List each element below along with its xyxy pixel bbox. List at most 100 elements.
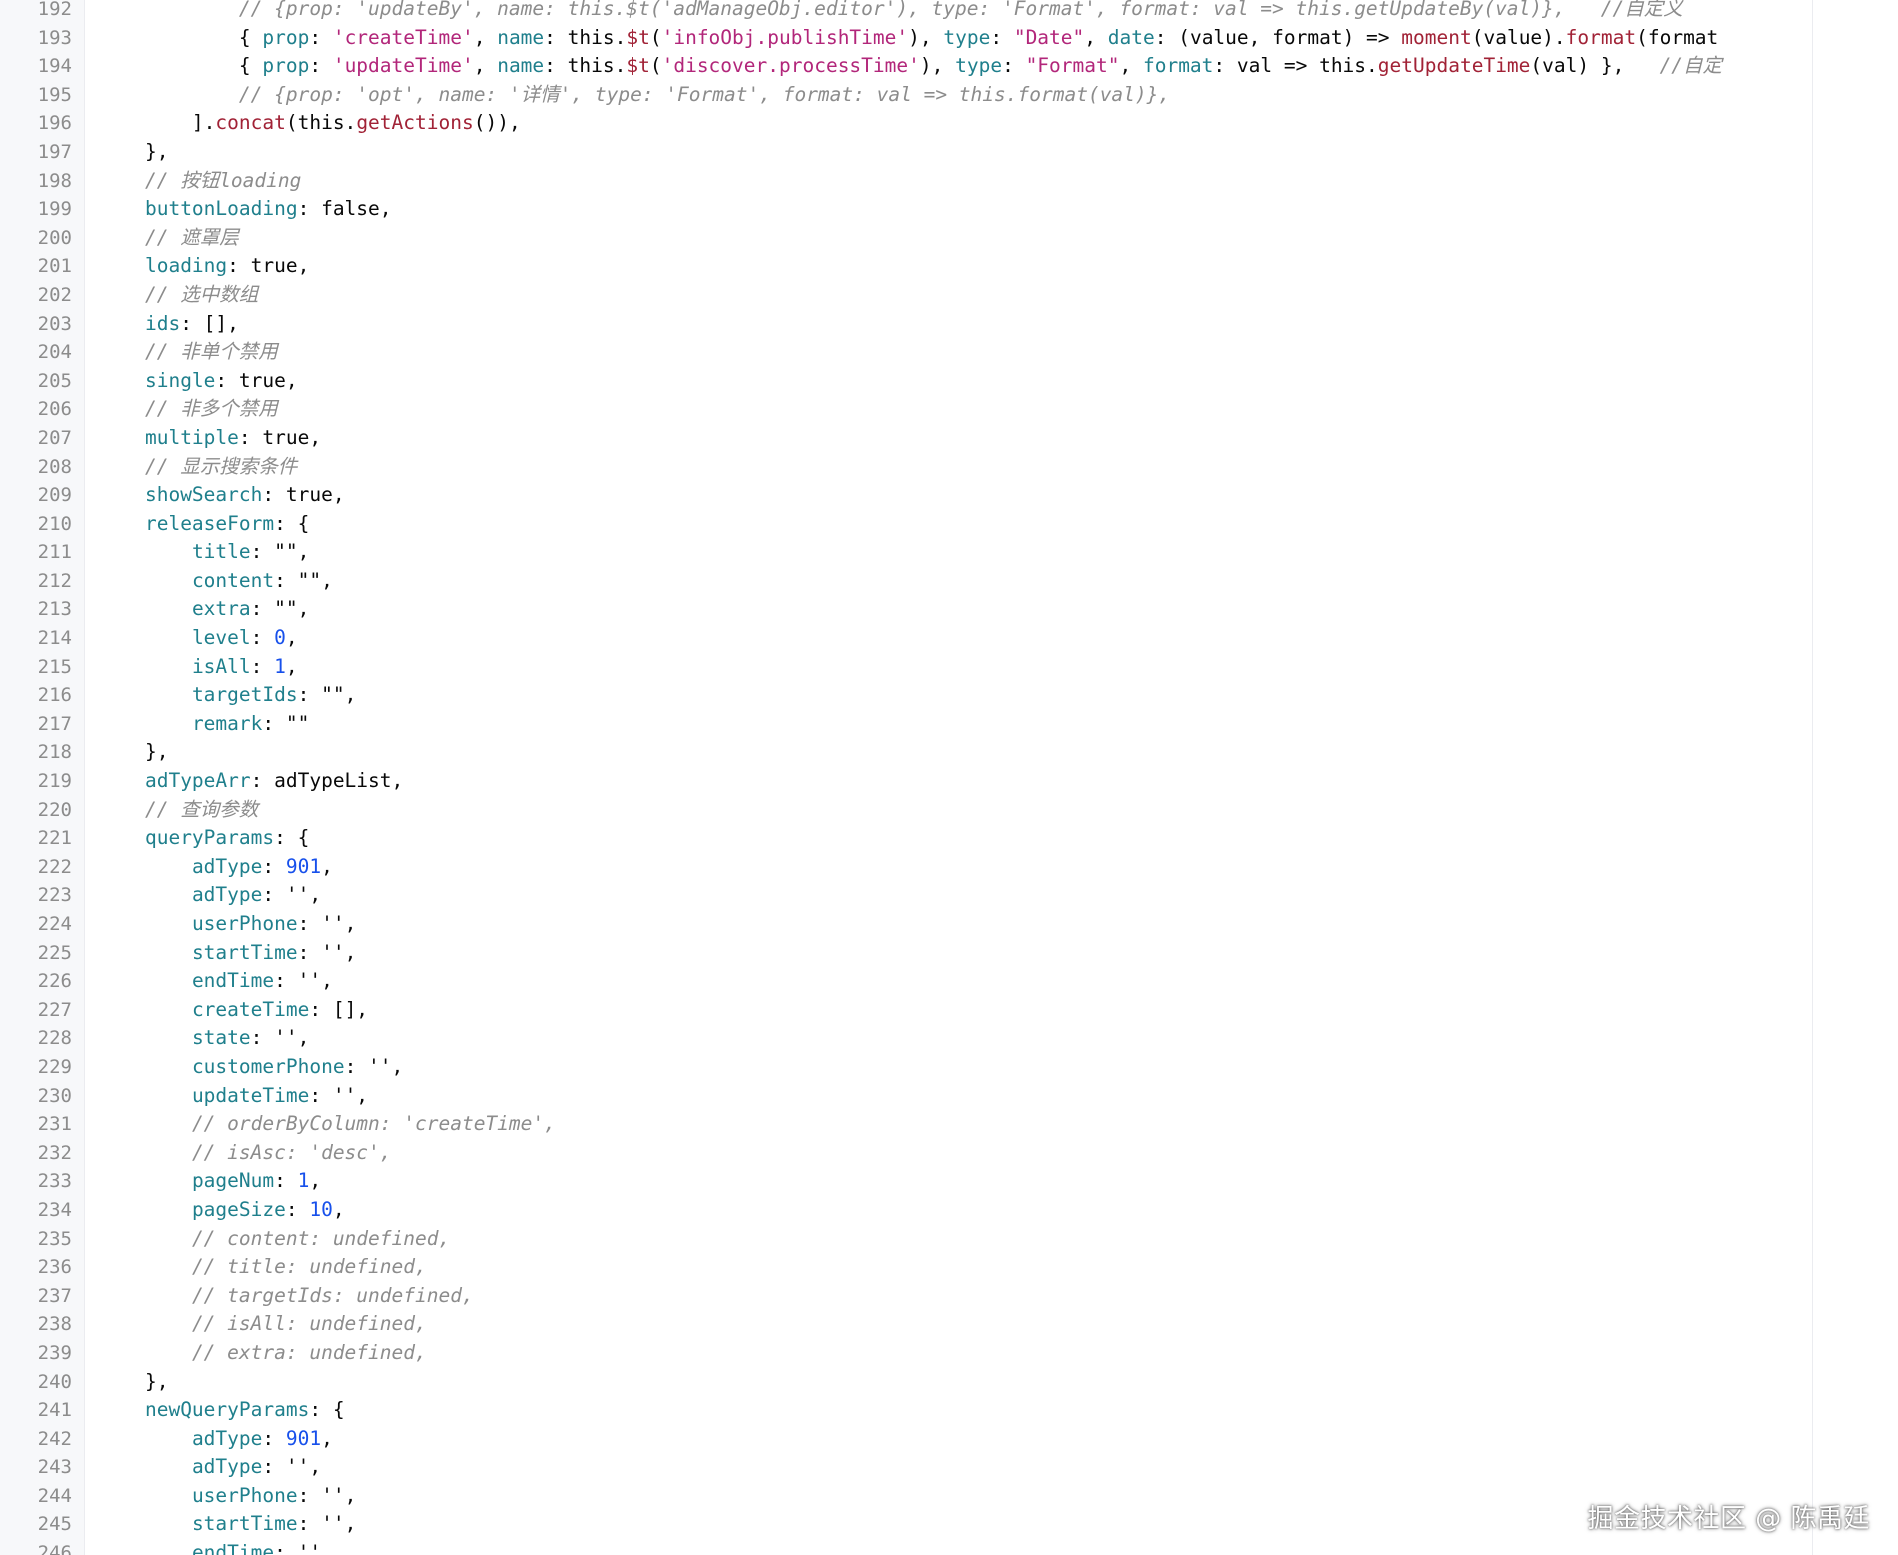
code-line[interactable]: 240 }, [0,1368,1812,1397]
code-line[interactable]: 207 multiple: true, [0,424,1812,453]
code-line[interactable]: 244 userPhone: '', [0,1482,1812,1511]
code-line[interactable]: 236 // title: undefined, [0,1253,1812,1282]
line-number: 224 [37,913,72,935]
code-line[interactable]: 203 ids: [], [0,310,1812,339]
code-line[interactable]: 221 queryParams: { [0,824,1812,853]
code-text: adType: 901, [98,1425,1810,1454]
code-line[interactable]: 226 endTime: '', [0,967,1812,996]
line-number: 214 [37,627,72,650]
line-number: 212 [37,569,72,592]
code-line[interactable]: 241 newQueryParams: { [0,1396,1812,1425]
code-text: single: true, [98,367,1810,396]
code-line[interactable]: 195 // {prop: 'opt', name: '详情', type: '… [0,81,1812,110]
code-token: (format [1636,25,1719,49]
code-line[interactable]: 220 // 查询参数 [0,796,1812,825]
code-line[interactable]: 214 level: 0, [0,624,1812,653]
code-line[interactable]: 211 title: "", [0,538,1812,567]
code-line[interactable]: 202 // 选中数组 [0,281,1812,310]
code-line[interactable]: 192 // {prop: 'updateBy', name: this.$t(… [0,0,1812,24]
code-line[interactable]: 218 }, [0,738,1812,767]
code-line[interactable]: 223 adType: '', [0,881,1812,910]
code-line[interactable]: 209 showSearch: true, [0,481,1812,510]
line-number: 216 [37,684,72,707]
code-editor[interactable]: 192 // {prop: 'updateBy', name: this.$t(… [0,0,1898,1555]
line-number: 234 [37,1198,72,1221]
code-token: // extra: undefined, [191,1340,427,1364]
code-lines: 192 // {prop: 'updateBy', name: this.$t(… [0,0,1812,1555]
code-token: content [191,568,275,592]
code-line[interactable]: 231 // orderByColumn: 'createTime', [0,1110,1812,1139]
line-number: 238 [37,1313,72,1336]
code-line[interactable]: 215 isAll: 1, [0,653,1812,682]
code-line[interactable]: 227 createTime: [], [0,996,1812,1025]
code-token: // content: undefined, [191,1226,451,1250]
code-token: : { [309,1398,345,1422]
code-line[interactable]: 194 { prop: 'updateTime', name: this.$t(… [0,52,1812,81]
code-line[interactable]: 224 userPhone: '', [0,910,1812,939]
line-number: 231 [37,1113,72,1136]
code-line[interactable]: 243 adType: '', [0,1453,1812,1482]
code-token: remark [191,711,263,735]
code-line[interactable]: 232 // isAsc: 'desc', [0,1139,1812,1168]
code-line[interactable]: 233 pageNum: 1, [0,1167,1812,1196]
code-token: : "", [250,540,310,564]
code-line[interactable]: 246 endTime: '', [0,1539,1812,1555]
code-line[interactable]: 217 remark: "" [0,710,1812,739]
code-line[interactable]: 204 // 非单个禁用 [0,338,1812,367]
code-token: $t [626,54,650,78]
code-line[interactable]: 235 // content: undefined, [0,1225,1812,1254]
code-line[interactable]: 228 state: '', [0,1024,1812,1053]
code-line[interactable]: 212 content: "", [0,567,1812,596]
line-number: 213 [37,598,72,621]
code-line[interactable]: 234 pageSize: 10, [0,1196,1812,1225]
code-token: 1 [297,1169,310,1193]
code-line[interactable]: 219 adTypeArr: adTypeList, [0,767,1812,796]
code-token: : true, [238,425,322,449]
code-line[interactable]: 197 }, [0,138,1812,167]
code-token: : adTypeList, [250,769,404,793]
code-line[interactable]: 222 adType: 901, [0,853,1812,882]
code-line[interactable]: 242 adType: 901, [0,1425,1812,1454]
code-line[interactable]: 213 extra: "", [0,595,1812,624]
code-line[interactable]: 225 startTime: '', [0,939,1812,968]
line-number: 192 [37,0,72,20]
code-line[interactable]: 229 customerPhone: '', [0,1053,1812,1082]
code-token: isAll [191,654,251,678]
code-token: // 非单个禁用 [144,340,278,364]
code-line[interactable]: 200 // 遮罩层 [0,224,1812,253]
code-token: adType [191,854,263,878]
line-number: 215 [37,655,72,678]
code-line[interactable]: 208 // 显示搜索条件 [0,453,1812,482]
code-line[interactable]: 199 buttonLoading: false, [0,195,1812,224]
line-number: 236 [37,1256,72,1279]
code-line[interactable]: 216 targetIds: "", [0,681,1812,710]
code-token: name [497,25,545,49]
code-line[interactable]: 198 // 按钮loading [0,167,1812,196]
code-line[interactable]: 238 // isAll: undefined, [0,1310,1812,1339]
code-line[interactable]: 193 { prop: 'createTime', name: this.$t(… [0,24,1812,53]
code-line[interactable]: 196 ].concat(this.getActions()), [0,109,1812,138]
line-number: 195 [37,83,72,106]
code-token: adType [191,883,263,907]
code-line[interactable]: 230 updateTime: '', [0,1082,1812,1111]
code-token: getUpdateTime [1377,54,1531,78]
code-token: loading [144,254,228,278]
code-line[interactable]: 245 startTime: '', [0,1510,1812,1539]
watermark: 掘金技术社区 @ 陈禹廷 [1587,1504,1870,1534]
code-token: 10 [309,1197,333,1221]
code-token: createTime [191,997,310,1021]
code-text: multiple: true, [98,424,1810,453]
code-line[interactable]: 206 // 非多个禁用 [0,395,1812,424]
code-line[interactable]: 201 loading: true, [0,252,1812,281]
code-token: : true, [227,254,310,278]
code-line[interactable]: 237 // targetIds: undefined, [0,1282,1812,1311]
code-token: : "", [274,568,333,592]
code-line[interactable]: 239 // extra: undefined, [0,1339,1812,1368]
code-line[interactable]: 210 releaseForm: { [0,510,1812,539]
code-text: isAll: 1, [98,653,1810,682]
code-line[interactable]: 205 single: true, [0,367,1812,396]
code-text: // isAll: undefined, [98,1310,1810,1339]
